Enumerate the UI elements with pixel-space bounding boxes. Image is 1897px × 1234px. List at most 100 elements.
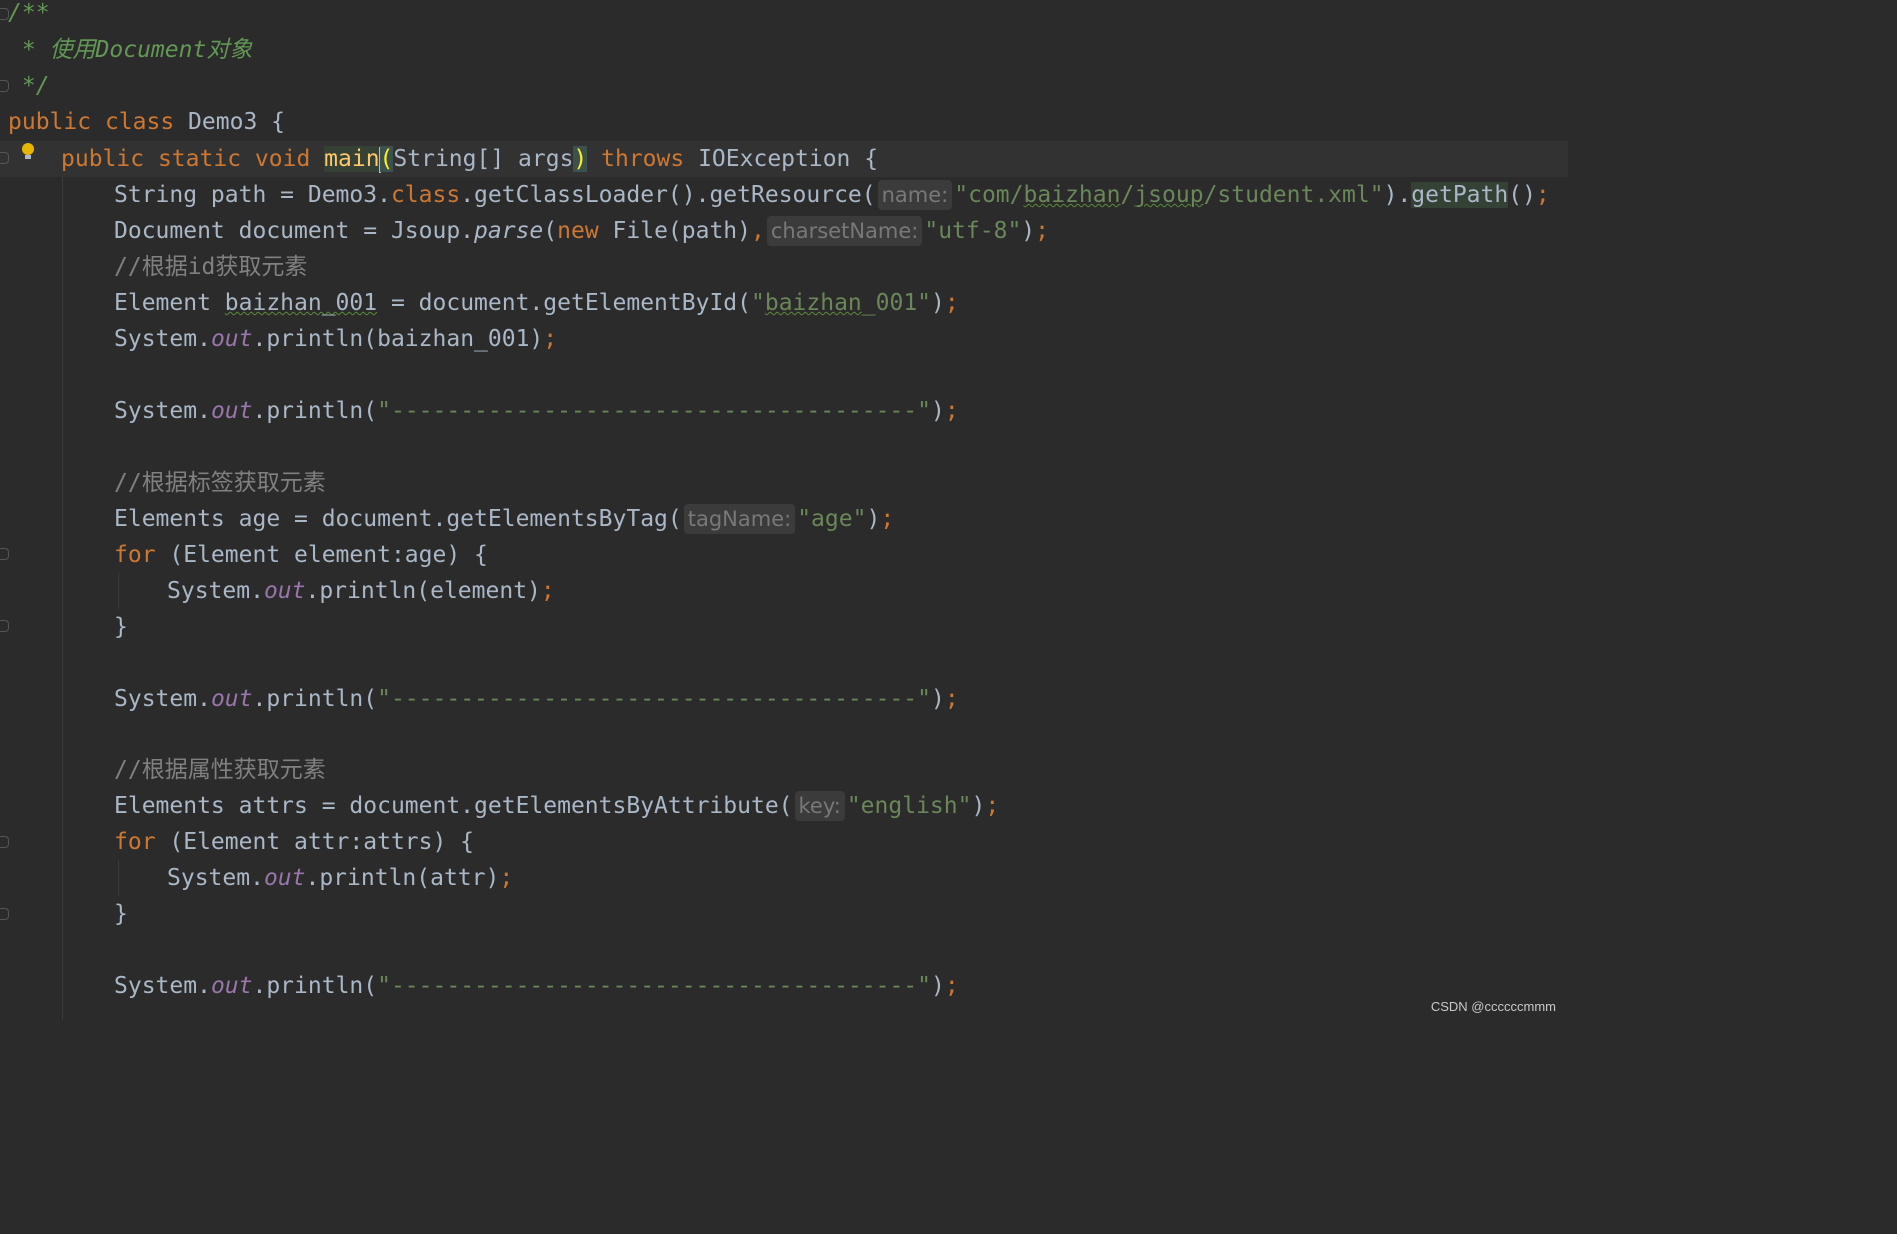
static-field: out	[263, 578, 306, 604]
code-line[interactable]: String path = Demo3.class.getClassLoader…	[114, 177, 1550, 213]
semicolon: ;	[543, 326, 558, 352]
code-line[interactable]: System.out.println(baizhan_001);	[114, 321, 557, 357]
string-literal: "utf-8"	[924, 218, 1022, 244]
code-line[interactable]: * 使用Document对象	[8, 32, 252, 68]
code-text: .println(	[252, 686, 378, 712]
matched-bracket: )	[573, 146, 588, 172]
code-text: ()	[1508, 182, 1536, 208]
code-line[interactable]: for (Element attr:attrs) {	[114, 824, 474, 860]
code-text: (	[543, 218, 558, 244]
code-text: .println(	[252, 398, 378, 424]
fold-marker-icon[interactable]	[0, 908, 9, 920]
string-literal: "age"	[797, 506, 867, 532]
string-literal: "--------------------------------------"	[377, 398, 931, 424]
code-line[interactable]: System.out.println(element);	[167, 573, 555, 609]
code-line[interactable]: */	[8, 68, 50, 104]
parameter-hint: charsetName:	[766, 216, 923, 246]
indent-guide	[118, 573, 119, 609]
fold-marker-icon[interactable]	[0, 548, 9, 560]
keyword: for	[114, 542, 156, 568]
keyword: for	[114, 829, 156, 855]
string-literal: "--------------------------------------"	[377, 686, 931, 712]
code-line[interactable]: //根据标签获取元素	[114, 465, 326, 501]
code-text: .println(element)	[305, 578, 541, 604]
code-text: String[] args	[393, 146, 574, 172]
code-text: )	[866, 506, 881, 532]
variable-name: baizhan_001	[224, 290, 378, 316]
static-method-call: parse	[474, 218, 544, 244]
code-text: )	[931, 686, 945, 712]
code-text: Demo3 {	[174, 109, 285, 135]
indent-guide	[118, 860, 119, 896]
code-line[interactable]: Elements attrs = document.getElementsByA…	[114, 788, 999, 824]
code-line[interactable]: Element baizhan_001 = document.getElemen…	[114, 285, 959, 321]
line-comment: //根据属性获取元素	[114, 757, 326, 783]
matched-bracket: (	[379, 146, 394, 172]
doc-comment: /**	[8, 0, 50, 26]
code-line[interactable]: }	[114, 609, 128, 645]
code-text: String path = Demo3.	[114, 182, 391, 208]
code-text: )	[1021, 218, 1036, 244]
code-line[interactable]: for (Element element:age) {	[114, 537, 488, 573]
method-call: getPath	[1411, 182, 1509, 208]
string-literal: "com/	[954, 182, 1024, 208]
semicolon: ;	[1535, 182, 1550, 208]
code-text: (Element element:age) {	[155, 542, 488, 568]
closing-brace: }	[114, 901, 128, 927]
code-text: File(path)	[598, 218, 752, 244]
line-comment: //根据id获取元素	[114, 254, 308, 280]
semicolon: ;	[880, 506, 895, 532]
code-text: Elements attrs = document.getElementsByA…	[114, 793, 793, 819]
closing-brace: }	[114, 614, 128, 640]
code-text: Elements age = document.getElementsByTag…	[114, 506, 682, 532]
line-comment: //根据标签获取元素	[114, 470, 326, 496]
static-field: out	[210, 326, 253, 352]
code-line[interactable]: Document document = Jsoup.parse(new File…	[114, 213, 1049, 249]
code-text: System.	[114, 326, 211, 352]
fold-marker-icon[interactable]	[0, 836, 9, 848]
code-line[interactable]: //根据id获取元素	[114, 249, 307, 285]
lightbulb-icon[interactable]	[21, 143, 35, 159]
code-text: (Element attr:attrs) {	[155, 829, 475, 855]
string-literal: "--------------------------------------"	[377, 973, 931, 999]
keyword: throws	[601, 146, 685, 172]
keyword: class	[104, 109, 175, 135]
semicolon: ;	[944, 398, 959, 424]
static-field: out	[263, 865, 306, 891]
keyword: class	[390, 182, 461, 208]
code-line[interactable]: public class Demo3 {	[8, 104, 285, 140]
code-line[interactable]: /**	[8, 0, 50, 31]
semicolon: ;	[944, 686, 959, 712]
code-text: .println(baizhan_001)	[252, 326, 544, 352]
code-line[interactable]: public static void main(String[] args) t…	[61, 141, 878, 177]
code-line[interactable]: Elements age = document.getElementsByTag…	[114, 501, 894, 537]
method-name: main	[324, 146, 380, 172]
fold-marker-icon[interactable]	[0, 152, 9, 164]
code-text: Document document = Jsoup.	[114, 218, 475, 244]
code-editor[interactable]: /** * 使用Document对象 */ public class Demo3…	[0, 0, 1568, 1020]
static-field: out	[210, 973, 253, 999]
code-line[interactable]: System.out.println(attr);	[167, 860, 513, 896]
code-line[interactable]: System.out.println("--------------------…	[114, 968, 959, 1004]
string-literal: /	[1120, 182, 1135, 208]
code-text: System.	[167, 865, 264, 891]
semicolon: ;	[540, 578, 555, 604]
parameter-hint: tagName:	[683, 504, 796, 534]
code-text: )	[931, 973, 945, 999]
code-text: System.	[167, 578, 264, 604]
fold-marker-icon[interactable]	[0, 620, 9, 632]
watermark: CSDN @ccccccmmm	[1430, 999, 1556, 1014]
keyword: void	[254, 146, 311, 172]
parameter-hint: name:	[877, 180, 953, 210]
code-text: = document.getElementById(	[377, 290, 751, 316]
semicolon: ;	[1035, 218, 1050, 244]
code-line[interactable]: System.out.println("--------------------…	[114, 681, 959, 717]
code-text: )	[931, 398, 945, 424]
parameter-hint: key:	[794, 791, 845, 821]
string-literal: "	[750, 290, 765, 316]
code-line[interactable]: System.out.println("--------------------…	[114, 393, 959, 429]
code-line[interactable]: }	[114, 896, 128, 932]
keyword: new	[557, 218, 599, 244]
code-line[interactable]: //根据属性获取元素	[114, 752, 326, 788]
static-field: out	[210, 398, 253, 424]
